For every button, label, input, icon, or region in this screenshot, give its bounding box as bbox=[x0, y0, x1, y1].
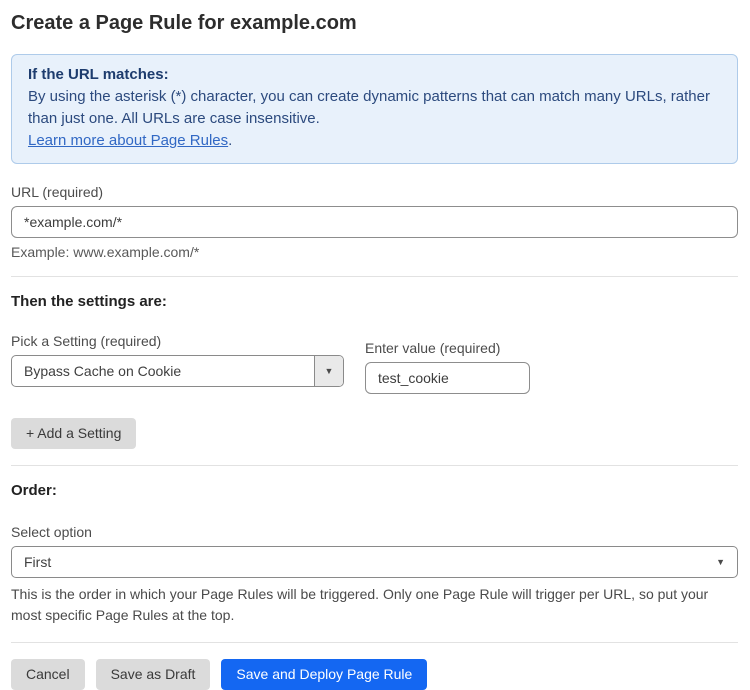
info-box-link-line: Learn more about Page Rules. bbox=[28, 130, 721, 152]
pick-setting-column: Pick a Setting (required) Bypass Cache o… bbox=[11, 333, 344, 394]
divider bbox=[11, 465, 738, 466]
info-box-body: By using the asterisk (*) character, you… bbox=[28, 86, 721, 130]
create-page-rule-form: Create a Page Rule for example.com If th… bbox=[0, 0, 750, 690]
chevron-down-glyph: ▼ bbox=[325, 367, 334, 376]
setting-value-input[interactable] bbox=[365, 362, 530, 394]
divider bbox=[11, 276, 738, 277]
learn-more-link[interactable]: Learn more about Page Rules bbox=[28, 132, 228, 149]
cancel-button[interactable]: Cancel bbox=[11, 659, 85, 690]
enter-value-label: Enter value (required) bbox=[365, 340, 530, 356]
save-draft-button[interactable]: Save as Draft bbox=[96, 659, 211, 690]
chevron-down-icon: ▼ bbox=[716, 558, 737, 567]
url-field: URL (required) Example: www.example.com/… bbox=[11, 184, 738, 260]
enter-value-column: Enter value (required) bbox=[365, 340, 530, 394]
order-select[interactable]: First ▼ bbox=[11, 546, 738, 578]
url-match-info-box: If the URL matches: By using the asteris… bbox=[11, 54, 738, 164]
add-setting-button[interactable]: + Add a Setting bbox=[11, 418, 136, 449]
pick-setting-selected-value: Bypass Cache on Cookie bbox=[12, 363, 314, 379]
url-label: URL (required) bbox=[11, 184, 738, 200]
settings-row: Pick a Setting (required) Bypass Cache o… bbox=[11, 333, 738, 394]
order-help-text: This is the order in which your Page Rul… bbox=[11, 584, 738, 626]
divider bbox=[11, 642, 738, 643]
select-option-label: Select option bbox=[11, 524, 738, 540]
pick-setting-label: Pick a Setting (required) bbox=[11, 333, 344, 349]
save-deploy-button[interactable]: Save and Deploy Page Rule bbox=[221, 659, 427, 690]
link-suffix-text: . bbox=[228, 132, 232, 149]
order-selected-value: First bbox=[12, 554, 716, 570]
pick-setting-select[interactable]: Bypass Cache on Cookie ▼ bbox=[11, 355, 344, 387]
info-box-heading: If the URL matches: bbox=[28, 64, 721, 86]
page-title: Create a Page Rule for example.com bbox=[11, 12, 738, 34]
order-heading: Order: bbox=[11, 482, 738, 500]
chevron-down-icon[interactable]: ▼ bbox=[314, 356, 343, 386]
settings-heading: Then the settings are: bbox=[11, 293, 738, 311]
url-input[interactable] bbox=[11, 206, 738, 238]
url-example-helper: Example: www.example.com/* bbox=[11, 244, 738, 260]
footer-buttons: Cancel Save as Draft Save and Deploy Pag… bbox=[11, 659, 738, 690]
